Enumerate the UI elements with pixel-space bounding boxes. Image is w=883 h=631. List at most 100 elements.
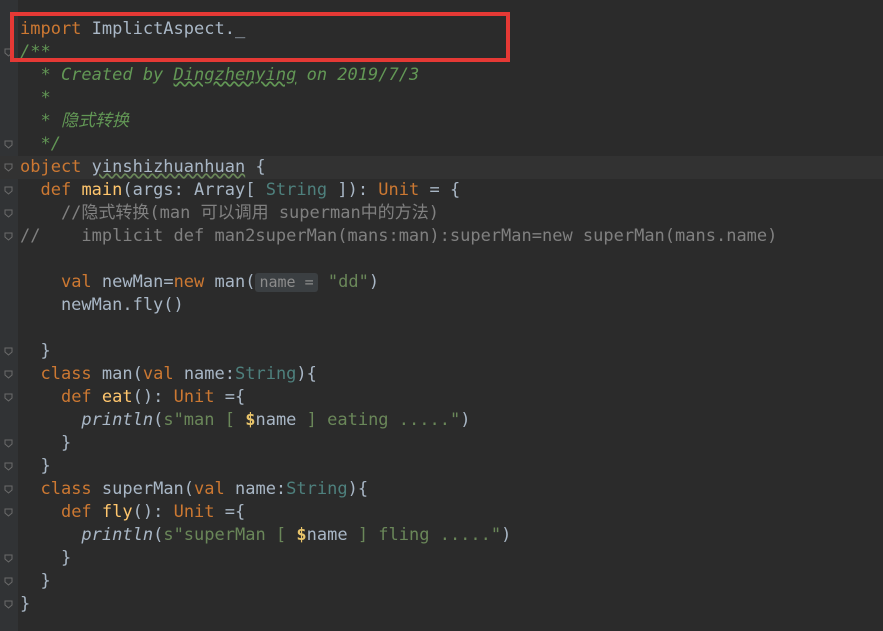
code-line-text: object yinshizhuanhuan { <box>20 156 266 179</box>
code-token: superMan( <box>101 479 195 499</box>
code-token: man( <box>214 272 256 292</box>
code-line[interactable]: newMan.fly() <box>0 294 883 317</box>
code-token: (): <box>132 387 174 407</box>
code-line[interactable]: } <box>0 570 883 593</box>
code-line[interactable]: val newMan=new man(name = "dd") <box>0 271 883 294</box>
code-token: } <box>20 548 72 568</box>
code-token: fly <box>101 502 133 522</box>
fold-toggle-icon[interactable] <box>4 554 13 563</box>
code-line-text: def fly(): Unit ={ <box>20 501 245 524</box>
parameter-hint: name = <box>255 273 318 292</box>
fold-toggle-icon[interactable] <box>4 186 13 195</box>
fold-toggle-icon[interactable] <box>4 600 13 609</box>
code-line-text: def main(args: Array[ String ]): Unit = … <box>20 179 460 202</box>
code-token: } <box>20 594 31 614</box>
code-line-text: } <box>20 547 71 570</box>
code-line-text: */ <box>20 133 61 156</box>
code-token: * 隐式转换 <box>20 111 129 131</box>
code-token: Unit <box>173 502 215 522</box>
code-token: } <box>20 456 51 476</box>
code-line[interactable] <box>0 317 883 340</box>
code-token: println <box>81 410 154 430</box>
code-token: on 2019/7/3 <box>296 65 420 85</box>
code-line[interactable]: } <box>0 432 883 455</box>
code-line[interactable]: println(s"man [ $name ] eating .....") <box>0 409 883 432</box>
code-line-text: } <box>20 340 51 363</box>
fold-toggle-icon[interactable] <box>4 508 13 517</box>
code-token: ) <box>501 525 512 545</box>
code-token: val <box>60 272 102 292</box>
fold-toggle-icon[interactable] <box>4 140 13 149</box>
code-line[interactable]: } <box>0 455 883 478</box>
code-line[interactable]: def eat(): Unit ={ <box>0 386 883 409</box>
code-token: s"man [ <box>163 410 246 430</box>
code-line-text: println(s"superMan [ $name ] fling .....… <box>20 524 511 547</box>
fold-toggle-icon[interactable] <box>4 209 13 218</box>
code-line[interactable]: println(s"superMan [ $name ] fling .....… <box>0 524 883 547</box>
fold-toggle-icon[interactable] <box>4 370 13 379</box>
code-token: "dd" <box>327 272 369 292</box>
code-token: * <box>20 88 51 108</box>
code-editor[interactable]: import ImplictAspect._/** * Created by D… <box>0 0 883 631</box>
code-token: */ <box>20 134 61 154</box>
code-token: $ <box>245 410 256 430</box>
code-token: } <box>20 341 51 361</box>
code-token: ){ <box>296 364 317 384</box>
code-line-text: * Created by Dingzhenying on 2019/7/3 <box>20 64 419 87</box>
code-token: s"superMan [ <box>163 525 297 545</box>
code-line-text: } <box>20 455 51 478</box>
code-token: newMan.fly() <box>20 295 184 315</box>
code-line[interactable]: } <box>0 340 883 363</box>
code-line[interactable]: */ <box>0 133 883 156</box>
code-token: name <box>306 525 348 545</box>
code-token: class <box>40 479 102 499</box>
code-token: ]): <box>327 180 379 200</box>
code-line-text: println(s"man [ $name ] eating .....") <box>20 409 470 432</box>
code-token: = { <box>419 180 461 200</box>
code-line-text: * 隐式转换 <box>20 110 129 133</box>
code-line[interactable]: * Created by Dingzhenying on 2019/7/3 <box>0 64 883 87</box>
fold-toggle-icon[interactable] <box>4 485 13 494</box>
code-token: def <box>60 502 102 522</box>
code-line[interactable]: * 隐式转换 <box>0 110 883 133</box>
code-line-text: * <box>20 87 51 110</box>
code-token: name: <box>234 479 287 499</box>
fold-toggle-icon[interactable] <box>4 347 13 356</box>
code-line[interactable]: class man(val name:String){ <box>0 363 883 386</box>
code-line[interactable]: def fly(): Unit ={ <box>0 501 883 524</box>
code-token: * Created by <box>20 65 174 85</box>
code-line[interactable]: def main(args: Array[ String ]): Unit = … <box>0 179 883 202</box>
code-line-text: class man(val name:String){ <box>20 363 317 386</box>
code-token: val <box>142 364 184 384</box>
code-token: println <box>81 525 154 545</box>
code-line[interactable]: class superMan(val name:String){ <box>0 478 883 501</box>
code-line[interactable]: //隐式转换(man 可以调用 superman中的方法) <box>0 202 883 225</box>
code-token: ] eating ....." <box>296 410 461 430</box>
code-token: { <box>245 157 266 177</box>
code-line[interactable]: } <box>0 593 883 616</box>
fold-toggle-icon[interactable] <box>4 393 13 402</box>
code-token: new <box>173 272 215 292</box>
code-token: main <box>81 180 123 200</box>
fold-toggle-icon[interactable] <box>4 232 13 241</box>
fold-toggle-icon[interactable] <box>4 439 13 448</box>
code-line[interactable]: } <box>0 547 883 570</box>
fold-toggle-icon[interactable] <box>4 163 13 172</box>
code-token: object <box>20 157 92 177</box>
code-line[interactable]: object yinshizhuanhuan { <box>0 156 883 179</box>
code-line-text: //隐式转换(man 可以调用 superman中的方法) <box>20 202 439 225</box>
fold-toggle-icon[interactable] <box>4 462 13 471</box>
code-line[interactable]: * <box>0 87 883 110</box>
code-token: yinshizhuanhuan <box>91 157 246 177</box>
code-token: Unit <box>378 180 420 200</box>
fold-toggle-icon[interactable] <box>4 577 13 586</box>
code-token: ( <box>153 525 164 545</box>
code-line-text: newMan.fly() <box>20 294 184 317</box>
code-token: ){ <box>347 479 369 499</box>
code-line[interactable] <box>0 248 883 271</box>
code-line[interactable]: // implicit def man2superMan(mans:man):s… <box>0 225 883 248</box>
